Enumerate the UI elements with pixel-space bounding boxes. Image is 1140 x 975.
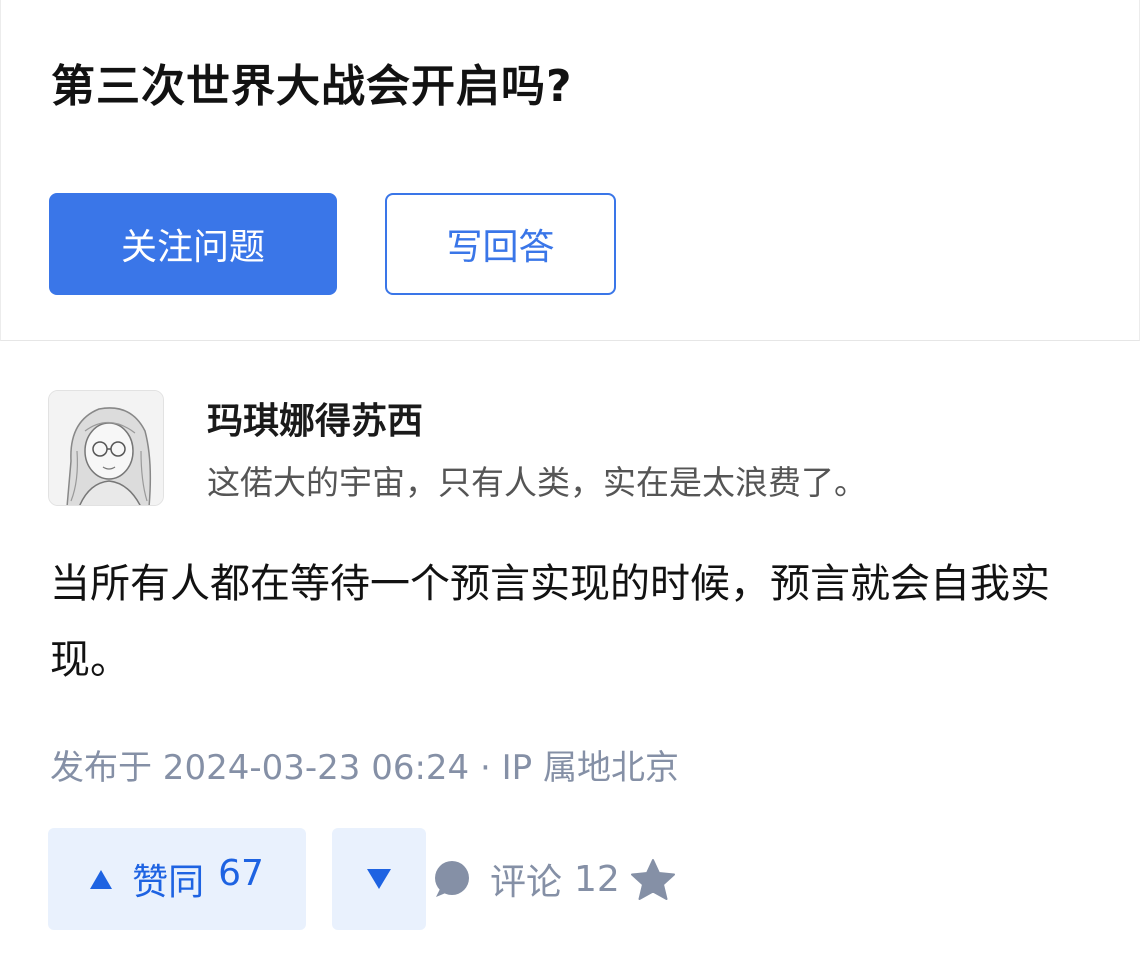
vote-up-count: 67	[218, 853, 264, 894]
follow-question-button[interactable]: 关注问题	[49, 193, 337, 295]
comment-count: 12	[574, 858, 620, 900]
author-bio: 这偌大的宇宙，只有人类，实在是太浪费了。	[207, 463, 867, 502]
question-title: 第三次世界大战会开启吗?	[51, 61, 573, 112]
favorite-button[interactable]	[630, 858, 676, 902]
speech-bubble-icon	[435, 861, 469, 897]
vote-up-text: 赞同 67	[132, 853, 264, 905]
author-name[interactable]: 玛琪娜得苏西	[207, 392, 423, 444]
answer-content: 当所有人都在等待一个预言实现的时候，预言就会自我实现。	[50, 561, 1050, 683]
triangle-up-icon	[90, 869, 113, 889]
comment-button[interactable]: 评论 12	[432, 852, 620, 906]
comment-label: 评论	[490, 862, 563, 903]
vote-up-label: 赞同	[132, 862, 205, 903]
avatar[interactable]	[48, 390, 164, 506]
write-answer-button[interactable]: 写回答	[385, 193, 616, 295]
star-icon	[631, 859, 675, 900]
vote-up-button[interactable]: 赞同 67	[48, 828, 306, 930]
triangle-down-icon	[367, 869, 391, 889]
question-card: 第三次世界大战会开启吗? 关注问题 写回答	[0, 0, 1140, 341]
answer-meta: 发布于 2024-03-23 06:24 · IP 属地北京	[50, 748, 679, 788]
vote-down-button[interactable]	[332, 828, 426, 930]
action-bar: 赞同 67 评论 12	[48, 828, 1108, 930]
